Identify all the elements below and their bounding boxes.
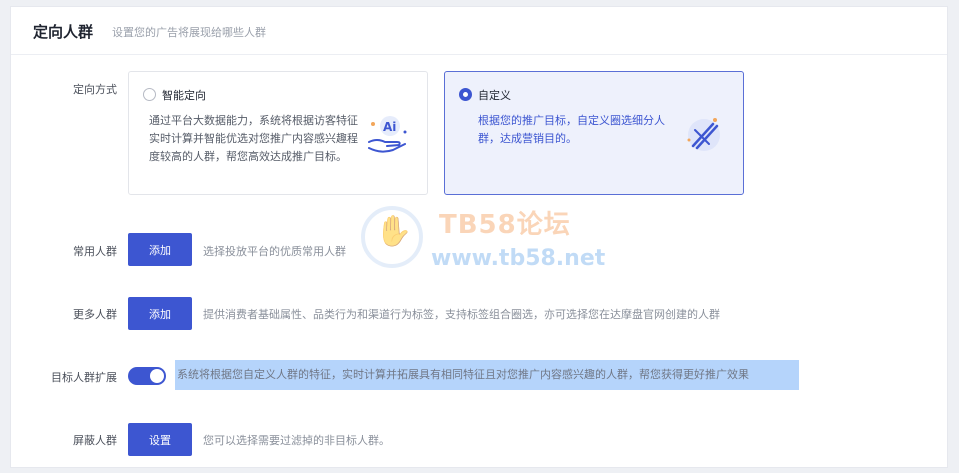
targeting-method-label: 定向方式: [73, 83, 117, 96]
targeting-panel: 定向人群 设置您的广告将展现给哪些人群 定向方式 智能定向 通过平台大数据能力，…: [10, 6, 948, 468]
custom-targeting-card[interactable]: 自定义 根据您的推广目标，自定义圈选细分人群，达成营销目的。: [444, 71, 744, 195]
audience-expansion-hint: 系统将根据您自定义人群的特征，实时计算并拓展具有相同特征且对您推广内容感兴趣的人…: [175, 360, 799, 390]
smart-targeting-desc: 通过平台大数据能力，系统将根据访客特征实时计算并智能优选对您推广内容感兴趣程度较…: [149, 114, 358, 163]
add-more-audience-button[interactable]: 添加: [128, 297, 192, 330]
smart-targeting-radio[interactable]: [143, 88, 156, 101]
audience-expansion-label: 目标人群扩展: [51, 371, 117, 384]
watermark-url: www.tb58.net: [431, 246, 606, 271]
watermark-title: TB58论坛: [439, 210, 571, 240]
audience-expansion-toggle[interactable]: [128, 367, 166, 385]
more-audience-label: 更多人群: [73, 308, 117, 321]
more-audience-hint: 提供消费者基础属性、品类行为和渠道行为标签，支持标签组合圈选，亦可选择您在达摩盘…: [203, 308, 720, 321]
custom-targeting-title: 自定义: [478, 89, 511, 102]
block-audience-settings-button[interactable]: 设置: [128, 423, 192, 456]
hand-icon: ✋: [375, 214, 413, 249]
common-audience-label: 常用人群: [73, 245, 117, 258]
smart-targeting-card[interactable]: 智能定向 通过平台大数据能力，系统将根据访客特征实时计算并智能优选对您推广内容感…: [128, 71, 428, 195]
add-common-audience-button[interactable]: 添加: [128, 233, 192, 266]
page-subtitle: 设置您的广告将展现给哪些人群: [112, 26, 266, 39]
smart-targeting-title: 智能定向: [162, 89, 206, 102]
panel-header: 定向人群 设置您的广告将展现给哪些人群: [11, 7, 947, 55]
watermark: ✋ TB58论坛 www.tb58.net: [361, 202, 621, 282]
common-audience-hint: 选择投放平台的优质常用人群: [203, 245, 346, 258]
pencil-ruler-icon: [687, 118, 720, 151]
block-audience-hint: 您可以选择需要过滤掉的非目标人群。: [203, 434, 390, 447]
block-audience-label: 屏蔽人群: [73, 434, 117, 447]
custom-targeting-radio[interactable]: [459, 88, 472, 101]
toggle-knob: [150, 369, 164, 383]
svg-text:Ai: Ai: [383, 120, 396, 134]
custom-targeting-desc: 根据您的推广目标，自定义圈选细分人群，达成营销目的。: [478, 114, 665, 145]
page-title: 定向人群: [33, 23, 94, 41]
ai-hand-icon: Ai: [368, 116, 407, 153]
